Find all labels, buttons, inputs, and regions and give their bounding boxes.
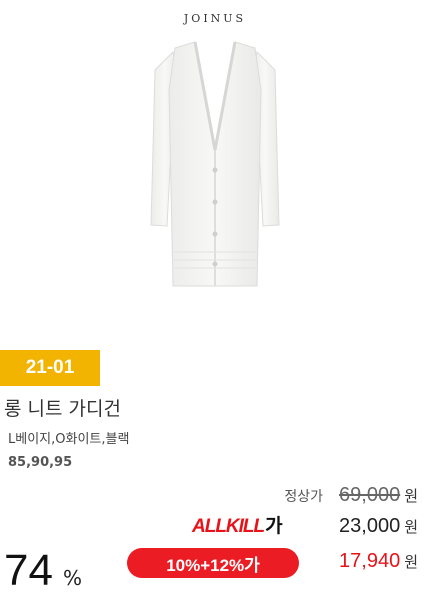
coupon-badge: 10%+12%가 [127, 548, 299, 578]
discount-rate: 74 % [4, 546, 82, 596]
product-code: 21-01 [25, 357, 75, 378]
allkill-logo: ALLKILL 가 [192, 511, 283, 538]
final-price: 17,940 [339, 550, 401, 572]
allkill-price: 23,000 [339, 515, 401, 537]
product-code-badge: 21-01 [0, 350, 100, 386]
currency-unit: 원 [404, 553, 418, 571]
currency-unit: 원 [404, 487, 418, 505]
final-price-row: 17,940 원 [339, 550, 418, 573]
discount-unit: % [62, 566, 82, 590]
list-price: 69,000 [339, 484, 401, 506]
product-name[interactable]: 롱 니트 가디건 [4, 394, 121, 421]
list-price-label: 정상가 [284, 489, 324, 505]
currency-unit: 원 [404, 518, 418, 536]
allkill-suffix: 가 [265, 516, 283, 537]
product-image[interactable] [95, 30, 335, 300]
cardigan-icon [150, 41, 280, 287]
brand-logo: JOINUS [183, 12, 247, 25]
product-colors: L베이지,O화이트,블랙 [8, 432, 130, 447]
product-sizes: 85,90,95 [8, 455, 73, 470]
list-price-row: 정상가 69,000 원 [284, 484, 418, 507]
discount-value: 74 [4, 546, 53, 595]
allkill-price-row: 23,000 원 [339, 515, 418, 538]
allkill-logo-text: ALLKILL [192, 516, 265, 537]
